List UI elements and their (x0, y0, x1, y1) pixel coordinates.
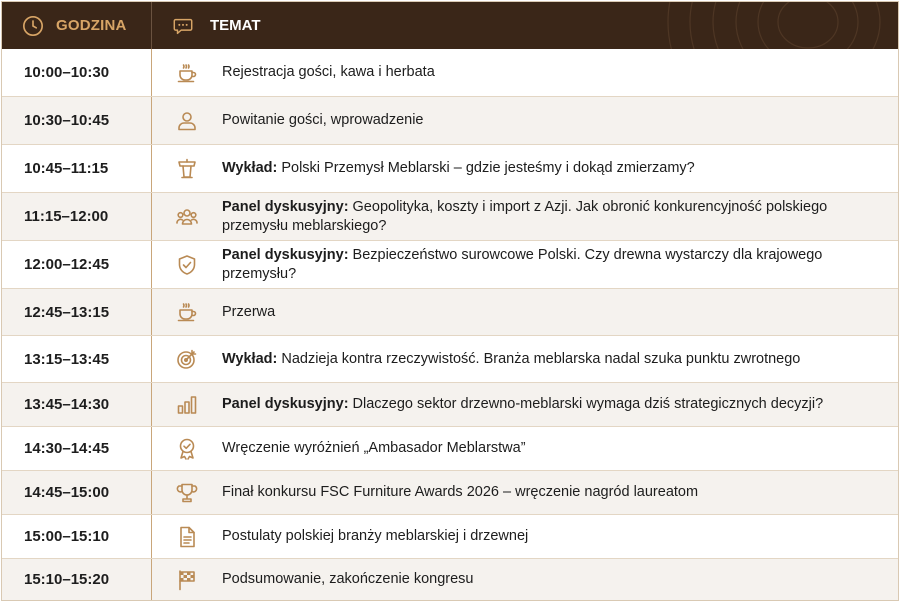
agenda-topic: Panel dyskusyjny: Geopolityka, koszty i i… (222, 193, 898, 240)
agenda-topic: Przerwa (222, 289, 898, 335)
agenda-topic-title: Dlaczego sektor drzewno-meblarski wymaga… (352, 396, 824, 412)
agenda-topic-prefix: Panel dyskusyjny: (222, 396, 349, 412)
trophy-icon (176, 483, 198, 502)
agenda-time: 14:45–15:00 (2, 471, 152, 514)
agenda-row: 13:45–14:30 Panel dyskusyjny: Dlaczego sek… (2, 383, 898, 427)
agenda-topic-title: Podsumowanie, zakończenie kongresu (222, 571, 474, 587)
agenda-time: 10:00–10:30 (2, 49, 152, 96)
agenda-icon-cell (152, 145, 222, 192)
agenda-row: 15:10–15:20 Podsumowanie, zakończenie kon… (2, 559, 898, 600)
shield-check-icon (178, 254, 196, 275)
agenda-topic-text: Postulaty polskiej branży meblarskiej i … (222, 527, 528, 546)
agenda-topic-text: Panel dyskusyjny: Dlaczego sektor drzewno… (222, 395, 823, 414)
document-icon (180, 526, 195, 547)
header-time-cell: GODZINA (2, 2, 152, 49)
agenda-time: 10:30–10:45 (2, 97, 152, 144)
header-topic-label: TEMAT (210, 17, 261, 34)
agenda-rows: 10:00–10:30 Rejestracja gości, kawa i her… (2, 49, 898, 600)
agenda-topic-text: Przerwa (222, 303, 275, 322)
agenda-topic-title: Postulaty polskiej branży meblarskiej i … (222, 528, 529, 544)
agenda-topic-text: Wykład: Nadzieja kontra rzeczywistość. Br… (222, 350, 800, 369)
agenda-time: 11:15–12:00 (2, 193, 152, 240)
agenda-topic: Rejestracja gości, kawa i herbata (222, 49, 898, 96)
agenda-row: 15:00–15:10 Postulaty polskiej branży meb… (2, 515, 898, 559)
agenda-row: 11:15–12:00 Panel dyskusyjny: Geopolityka,… (2, 193, 898, 241)
agenda-time: 12:00–12:45 (2, 241, 152, 288)
agenda-row: 10:00–10:30 Rejestracja gości, kawa i her… (2, 49, 898, 97)
agenda-topic-text: Panel dyskusyjny: Bezpieczeństwo surowcow… (222, 246, 886, 284)
agenda-topic-text: Panel dyskusyjny: Geopolityka, koszty i i… (222, 198, 886, 236)
agenda-icon-cell (152, 559, 222, 600)
agenda-time: 15:10–15:20 (2, 559, 152, 600)
agenda-topic-title: Przerwa (222, 303, 276, 320)
agenda-icon-cell (152, 49, 222, 96)
agenda-time: 15:00–15:10 (2, 515, 152, 558)
agenda-row: 12:45–13:15 Przerwa (2, 289, 898, 336)
agenda-topic-prefix: Panel dyskusyjny: (222, 198, 349, 215)
agenda-topic-title: Wręczenie wyróżnień „Ambasador Meblarstw… (222, 440, 526, 456)
agenda-topic-prefix: Wykład: (222, 160, 278, 176)
agenda-time: 13:15–13:45 (2, 336, 152, 382)
header-topic-cell: TEMAT (152, 2, 898, 49)
agenda-topic: Finał konkursu FSC Furniture Awards 2026… (222, 471, 898, 514)
agenda-topic-text: Rejestracja gości, kawa i herbata (222, 63, 435, 82)
agenda-topic-title: Nadzieja kontra rzeczywistość. Branża me… (281, 350, 801, 367)
agenda-topic: Postulaty polskiej branży meblarskiej i … (222, 515, 898, 558)
agenda-row: 13:15–13:45 Wykład: Nadzieja kontra rzeczy… (2, 336, 898, 383)
clock-icon (23, 15, 43, 36)
agenda-row: 14:45–15:00 Finał konkursu FSC Furniture … (2, 471, 898, 515)
speech-bubble-icon (173, 18, 193, 34)
agenda-topic-title: Polski Przemysł Meblarski – gdzie jesteś… (281, 160, 695, 176)
agenda-topic-text: Wręczenie wyróżnień „Ambasador Meblarstw… (222, 439, 526, 458)
agenda-topic: Powitanie gości, wprowadzenie (222, 97, 898, 144)
agenda-icon-cell (152, 241, 222, 288)
agenda-topic-prefix: Panel dyskusyjny: (222, 246, 349, 263)
agenda-row: 12:00–12:45 Panel dyskusyjny: Bezpieczeńst… (2, 241, 898, 289)
agenda-time: 10:45–11:15 (2, 145, 152, 192)
table-header: GODZINA TEMAT (2, 2, 898, 49)
coffee-cup-icon (177, 303, 197, 322)
agenda-time: 14:30–14:45 (2, 427, 152, 470)
agenda-topic-title: Rejestracja gości, kawa i herbata (222, 64, 435, 80)
podium-icon (178, 158, 196, 178)
agenda-table: GODZINA TEMAT 10:00–10:30 Rejestracja goś… (1, 1, 899, 601)
agenda-icon-cell (152, 193, 222, 240)
bar-chart-icon (177, 395, 197, 414)
agenda-topic-text: Wykład: Polski Przemysł Meblarski – gdzie… (222, 159, 695, 178)
award-badge-icon (179, 438, 195, 460)
header-time-label: GODZINA (56, 17, 127, 34)
agenda-row: 10:30–10:45 Powitanie gości, wprowadzenie (2, 97, 898, 145)
group-icon (176, 208, 198, 225)
agenda-topic-text: Podsumowanie, zakończenie kongresu (222, 570, 473, 589)
agenda-row: 10:45–11:15 Wykład: Polski Przemysł Meblar… (2, 145, 898, 193)
agenda-time: 12:45–13:15 (2, 289, 152, 335)
agenda-icon-cell (152, 289, 222, 335)
agenda-topic-prefix: Wykład: (222, 350, 278, 367)
agenda-topic-title: Finał konkursu FSC Furniture Awards 2026… (222, 484, 699, 500)
agenda-icon-cell (152, 515, 222, 558)
agenda-row: 14:30–14:45 Wręczenie wyróżnień „Ambasado… (2, 427, 898, 471)
person-icon (178, 111, 196, 130)
agenda-topic-text: Finał konkursu FSC Furniture Awards 2026… (222, 483, 698, 502)
agenda-topic-title: Powitanie gości, wprowadzenie (222, 112, 424, 128)
checkered-flag-icon (179, 569, 195, 590)
agenda-topic: Podsumowanie, zakończenie kongresu (222, 559, 898, 600)
coffee-cup-icon (177, 63, 197, 82)
agenda-icon-cell (152, 97, 222, 144)
agenda-icon-cell (152, 336, 222, 382)
agenda-time: 13:45–14:30 (2, 383, 152, 426)
agenda-topic: Wykład: Nadzieja kontra rzeczywistość. Br… (222, 336, 898, 382)
agenda-topic: Wykład: Polski Przemysł Meblarski – gdzie… (222, 145, 898, 192)
agenda-topic-text: Powitanie gości, wprowadzenie (222, 111, 424, 130)
agenda-topic: Panel dyskusyjny: Bezpieczeństwo surowcow… (222, 241, 898, 288)
agenda-icon-cell (152, 427, 222, 470)
agenda-icon-cell (152, 383, 222, 426)
agenda-icon-cell (152, 471, 222, 514)
target-icon (177, 349, 197, 369)
agenda-topic: Wręczenie wyróżnień „Ambasador Meblarstw… (222, 427, 898, 470)
agenda-topic: Panel dyskusyjny: Dlaczego sektor drzewno… (222, 383, 898, 426)
